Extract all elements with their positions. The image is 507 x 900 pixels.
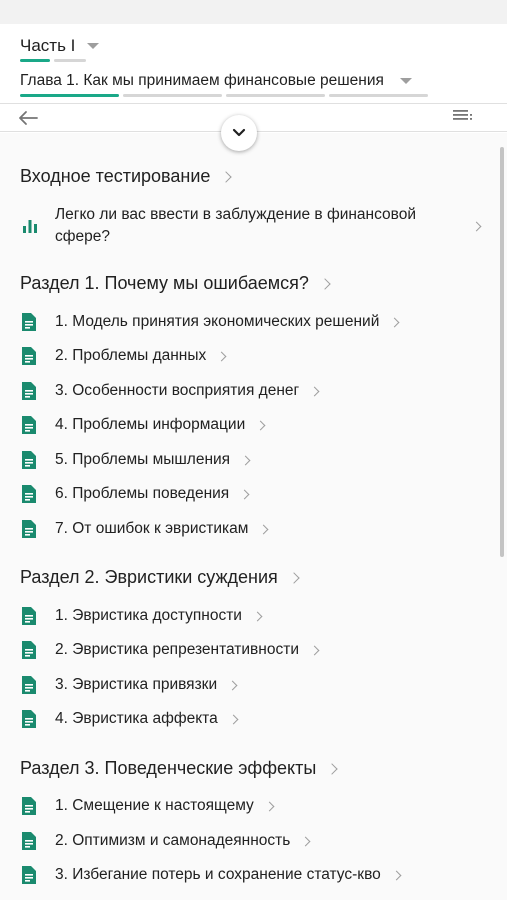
list-item[interactable]: Легко ли вас ввести в заблуждение в фина… xyxy=(22,204,482,248)
chevron-right-icon xyxy=(239,489,250,499)
chevron-right-icon xyxy=(228,714,239,724)
document-icon xyxy=(22,797,36,815)
part-title: Часть I xyxy=(20,36,76,55)
section-1[interactable]: Раздел 1. Почему мы ошибаемся? xyxy=(20,273,331,294)
list-item[interactable]: 1. Эвристика доступности xyxy=(22,607,263,625)
bar-chart-icon xyxy=(23,220,37,233)
chevron-right-icon xyxy=(220,170,233,183)
section-title: Раздел 2. Эвристики суждения xyxy=(20,567,278,587)
document-icon xyxy=(22,382,36,400)
section-entrance-test[interactable]: Входное тестирование xyxy=(20,166,233,187)
chevron-right-icon xyxy=(255,420,266,430)
list-item-label: 7. От ошибок к эвристикам xyxy=(55,520,249,537)
list-item[interactable]: 2. Проблемы данных xyxy=(22,347,227,365)
caret-down-icon xyxy=(399,78,412,84)
list-item-label: 3. Эвристика привязки xyxy=(55,676,218,693)
document-icon xyxy=(22,451,36,469)
document-icon xyxy=(22,676,36,694)
list-item[interactable]: 7. От ошибок к эвристикам xyxy=(22,520,269,538)
chapter-indicator-active xyxy=(20,94,119,97)
list-menu-icon xyxy=(453,110,472,120)
list-item[interactable]: 6. Проблемы поведения xyxy=(22,485,250,503)
list-item[interactable]: 1. Смещение к настоящему xyxy=(22,797,275,815)
document-icon xyxy=(22,866,36,884)
chapter-indicator xyxy=(226,94,325,97)
table-of-contents xyxy=(0,133,507,900)
toc-menu-button[interactable] xyxy=(453,109,475,127)
list-item-label: 6. Проблемы поведения xyxy=(55,485,230,502)
caret-down-icon xyxy=(87,43,100,49)
list-item[interactable]: 4. Эвристика аффекта xyxy=(22,710,239,728)
chapter-indicator xyxy=(329,94,428,97)
chevron-right-icon xyxy=(309,386,320,396)
chevron-right-icon xyxy=(252,611,263,621)
chevron-right-icon xyxy=(288,571,300,584)
list-item-label: 1. Смещение к настоящему xyxy=(55,797,254,814)
chevron-right-icon xyxy=(240,455,251,465)
document-icon xyxy=(22,416,36,434)
header: Часть I Глава 1. Как мы принимаем финанс… xyxy=(0,24,507,104)
section-3[interactable]: Раздел 3. Поведенческие эффекты xyxy=(20,758,338,779)
section-title: Раздел 1. Почему мы ошибаемся? xyxy=(20,273,309,293)
chapter-title: Глава 1. Как мы принимаем финансовые реш… xyxy=(20,72,384,89)
list-item-label: 1. Модель принятия экономических решений xyxy=(55,313,380,330)
collapse-header-button[interactable] xyxy=(221,115,257,151)
document-icon xyxy=(22,641,36,659)
chevron-right-icon xyxy=(216,351,227,361)
part-selector[interactable]: Часть I xyxy=(20,36,100,56)
section-title: Раздел 3. Поведенческие эффекты xyxy=(20,758,317,778)
arrow-left-icon xyxy=(19,111,38,125)
document-icon xyxy=(22,485,36,503)
chevron-right-icon xyxy=(326,762,338,775)
list-item[interactable]: 2. Оптимизм и самонадеянность xyxy=(22,832,311,850)
chevron-right-icon xyxy=(258,524,269,534)
list-item-label: 2. Эвристика репрезентативности xyxy=(55,641,299,658)
scrollbar[interactable] xyxy=(500,147,504,557)
document-icon xyxy=(22,710,36,728)
list-item-label: 2. Проблемы данных xyxy=(55,347,207,364)
status-bar xyxy=(0,0,507,24)
back-button[interactable] xyxy=(16,107,40,129)
part-indicator-active xyxy=(20,59,50,62)
document-icon xyxy=(22,520,36,538)
list-item[interactable]: 4. Проблемы информации xyxy=(22,416,266,434)
chapter-selector[interactable]: Глава 1. Как мы принимаем финансовые реш… xyxy=(20,72,412,90)
list-item[interactable]: 5. Проблемы мышления xyxy=(22,451,251,469)
section-title: Входное тестирование xyxy=(20,166,211,186)
document-icon xyxy=(22,347,36,365)
chapter-indicator xyxy=(123,94,222,97)
chevron-right-icon xyxy=(264,801,275,811)
chevron-right-icon xyxy=(319,277,331,290)
list-item-label: Легко ли вас ввести в заблуждение в фина… xyxy=(55,206,416,245)
list-item-label: 3. Избегание потерь и сохранение статус-… xyxy=(55,866,381,883)
document-icon xyxy=(22,832,36,850)
list-item[interactable]: 2. Эвристика репрезентативности xyxy=(22,641,320,659)
list-item-label: 3. Особенности восприятия денег xyxy=(55,382,300,399)
list-item-label: 1. Эвристика доступности xyxy=(55,607,242,624)
chevron-right-icon xyxy=(471,221,482,231)
chevron-right-icon xyxy=(300,836,311,846)
list-item[interactable]: 3. Избегание потерь и сохранение статус-… xyxy=(22,866,402,884)
list-item-label: 4. Эвристика аффекта xyxy=(55,710,218,727)
list-item-label: 5. Проблемы мышления xyxy=(55,451,231,468)
list-item[interactable]: 3. Особенности восприятия денег xyxy=(22,382,320,400)
document-icon xyxy=(22,607,36,625)
chevron-right-icon xyxy=(389,317,400,327)
section-2[interactable]: Раздел 2. Эвристики суждения xyxy=(20,567,300,588)
chevron-right-icon xyxy=(227,680,238,690)
part-indicator xyxy=(54,59,86,62)
chevron-down-icon xyxy=(232,128,246,137)
chevron-right-icon xyxy=(391,870,402,880)
list-item-label: 4. Проблемы информации xyxy=(55,416,246,433)
list-item[interactable]: 3. Эвристика привязки xyxy=(22,676,238,694)
document-icon xyxy=(22,313,36,331)
list-item-label: 2. Оптимизм и самонадеянность xyxy=(55,832,291,849)
list-item[interactable]: 1. Модель принятия экономических решений xyxy=(22,313,400,331)
chevron-right-icon xyxy=(309,645,320,655)
